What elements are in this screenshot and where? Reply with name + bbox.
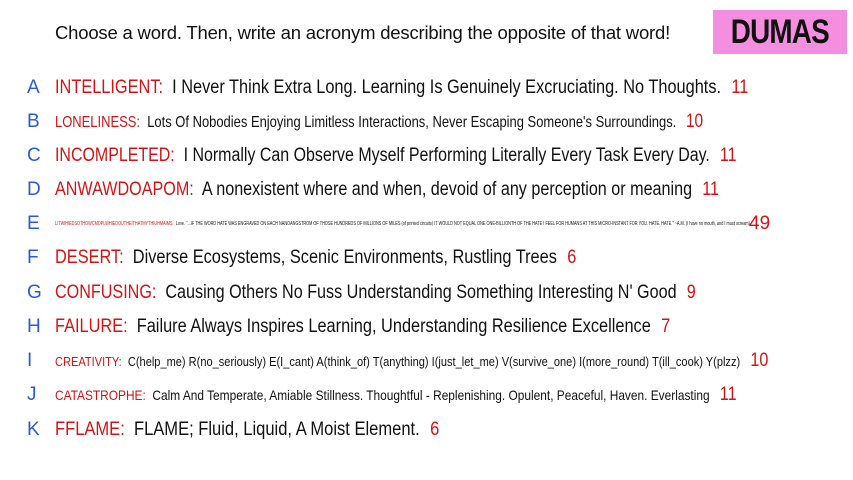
row-word: INCOMPLETED	[55, 145, 171, 166]
row-acronym: FLAME; Fluid, Liquid, A Moist Element.	[133, 419, 420, 440]
entry-row-k: K FFLAME: FLAME; Fluid, Liquid, A Moist …	[0, 415, 853, 445]
row-letter: G	[27, 282, 42, 303]
row-word: CREATIVITY	[55, 354, 119, 369]
row-word: DESERT	[55, 247, 120, 268]
row-letter: A	[27, 77, 40, 98]
entry-row-j: J CATASTROPHE: Calm And Temperate, Amiab…	[0, 380, 853, 410]
name-badge: DUMAS	[713, 10, 847, 54]
row-acronym: Failure Always Inspires Learning, Unders…	[136, 316, 651, 337]
row-count: 6	[567, 247, 577, 268]
entry-row-e: E LITWIHIEDSOTHOWCMOPLWHIEDOUTHEITHATMYT…	[0, 209, 853, 239]
row-count: 11	[719, 384, 737, 405]
row-acronym: Diverse Ecosystems, Scenic Environments,…	[132, 247, 557, 268]
row-content: LONELINESS: Lots Of Nobodies Enjoying Li…	[55, 111, 704, 132]
row-word: LONELINESS	[55, 114, 137, 131]
row-count: 49	[749, 213, 771, 234]
row-count: 11	[702, 179, 720, 200]
entry-row-c: C INCOMPLETED: I Normally Can Observe My…	[0, 141, 853, 171]
row-letter: J	[27, 384, 37, 405]
row-acronym: Causing Others No Fuss Understanding Som…	[165, 282, 677, 303]
prompt-text: Choose a word. Then, write an acronym de…	[55, 22, 671, 43]
row-letter: C	[27, 145, 41, 166]
row-word: CONFUSING	[55, 282, 152, 303]
entry-row-g: G CONFUSING: Causing Others No Fuss Unde…	[0, 278, 853, 308]
row-letter: F	[27, 247, 39, 268]
row-count: 6	[430, 419, 440, 440]
row-count: 9	[686, 282, 696, 303]
row-content: CONFUSING: Causing Others No Fuss Unders…	[55, 282, 696, 303]
row-content: CATASTROPHE: Calm And Temperate, Amiable…	[55, 384, 737, 405]
row-letter: I	[27, 350, 33, 371]
row-content: INTELLIGENT: I Never Think Extra Long. L…	[55, 77, 749, 98]
row-count: 10	[750, 350, 769, 371]
row-acronym: Lots Of Nobodies Enjoying Limitless Inte…	[147, 114, 677, 131]
entry-row-f: F DESERT: Diverse Ecosystems, Scenic Env…	[0, 243, 853, 273]
row-content: CREATIVITY: C(help_me) R(no_seriously) E…	[55, 350, 769, 371]
entry-row-h: H FAILURE: Failure Always Inspires Learn…	[0, 312, 853, 342]
entry-row-i: I CREATIVITY: C(help_me) R(no_seriously)…	[0, 346, 853, 376]
row-count: 10	[685, 111, 704, 132]
row-letter: K	[27, 419, 40, 440]
row-word: INTELLIGENT	[55, 77, 159, 98]
entry-row-d: D ANWAWDOAPOM: A nonexistent where and w…	[0, 175, 853, 205]
row-content: INCOMPLETED: I Normally Can Observe Myse…	[55, 145, 737, 166]
row-content: DESERT: Diverse Ecosystems, Scenic Envir…	[55, 247, 577, 268]
badge-label: DUMAS	[730, 12, 830, 51]
row-acronym: A nonexistent where and when, devoid of …	[201, 179, 693, 200]
row-content: ANWAWDOAPOM: A nonexistent where and whe…	[55, 179, 720, 200]
row-word: FAILURE	[55, 316, 124, 337]
row-content: FFLAME: FLAME; Fluid, Liquid, A Moist El…	[55, 419, 440, 440]
row-acronym: Calm And Temperate, Amiable Stillness. T…	[152, 387, 710, 403]
row-count: 7	[661, 316, 671, 337]
row-word: ANWAWDOAPOM	[55, 179, 190, 200]
row-acronym: I Never Think Extra Long. Learning Is Ge…	[172, 77, 722, 98]
row-acronym: Love. "...IF THE WORD HATE WAS ENGRAVED …	[175, 221, 750, 227]
entry-row-a: A INTELLIGENT: I Never Think Extra Long.…	[0, 73, 853, 103]
row-word: CATASTROPHE	[55, 387, 143, 403]
row-letter: B	[27, 111, 40, 132]
row-acronym: I Normally Can Observe Myself Performing…	[183, 145, 710, 166]
row-letter: E	[27, 213, 40, 234]
row-acronym: C(help_me) R(no_seriously) E(I_cant) A(t…	[127, 354, 741, 369]
row-count: 11	[731, 77, 749, 98]
row-count: 11	[719, 145, 737, 166]
entry-row-b: B LONELINESS: Lots Of Nobodies Enjoying …	[0, 107, 853, 137]
row-word: FFLAME	[55, 419, 121, 440]
row-word: LITWIHIEDSOTHOWCMOPLWHIEDOUTHEITHATMYTHI…	[55, 221, 173, 227]
row-letter: D	[27, 179, 41, 200]
row-letter: H	[27, 316, 41, 337]
row-content: LITWIHIEDSOTHOWCMOPLWHIEDOUTHEITHATMYTHI…	[55, 221, 750, 227]
row-content: FAILURE: Failure Always Inspires Learnin…	[55, 316, 671, 337]
